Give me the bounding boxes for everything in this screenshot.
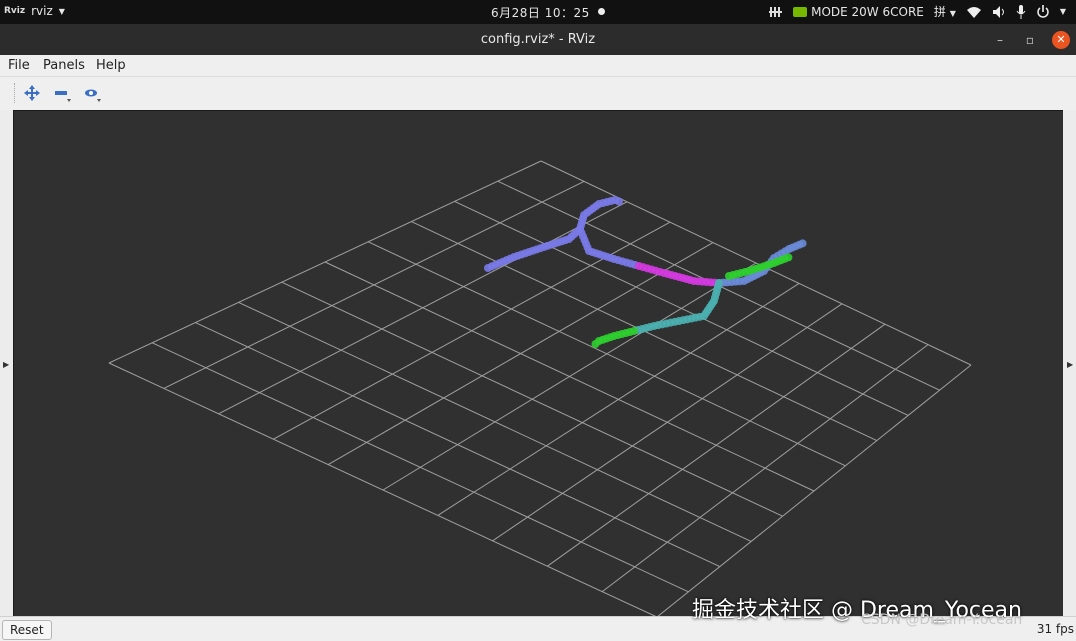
mic-icon[interactable]	[1016, 4, 1026, 19]
grid-line	[437, 282, 800, 516]
nvidia-mode-label: MODE 20W 6CORE	[811, 4, 924, 19]
input-method-icon[interactable]: 拼 ▼	[934, 3, 956, 20]
window-title-bar[interactable]: config.rviz* - RViz – ▫ ✕	[0, 24, 1076, 55]
grid-icon[interactable]	[769, 5, 783, 19]
chevron-down-icon: ▼	[58, 6, 65, 16]
menu-panels[interactable]: Panels	[43, 58, 85, 73]
left-dock-collapsed[interactable]: ▶	[0, 110, 13, 616]
move-camera-icon[interactable]	[22, 83, 42, 103]
minimize-button[interactable]: –	[991, 31, 1009, 49]
menu-file[interactable]: File	[8, 58, 30, 73]
watermark-secondary: CSDN @Dream-Y.ocean	[861, 612, 1023, 628]
right-dock-collapsed[interactable]: ▶	[1063, 110, 1076, 616]
3d-scene[interactable]	[14, 111, 1064, 618]
select-icon[interactable]	[52, 83, 72, 103]
grid-line	[151, 342, 689, 593]
render-viewport[interactable]	[13, 110, 1065, 618]
maximize-button[interactable]: ▫	[1021, 31, 1039, 49]
app-menu-label: rviz	[31, 4, 53, 18]
reset-button[interactable]: Reset	[2, 620, 52, 640]
window-title: config.rviz* - RViz	[480, 32, 596, 47]
trajectory-point	[798, 239, 807, 248]
chevron-down-icon[interactable]: ▼	[1060, 7, 1066, 16]
clock[interactable]: 6月28日 10：25	[491, 4, 590, 21]
power-icon[interactable]	[1036, 4, 1050, 19]
grid-line	[108, 362, 658, 618]
focus-camera-icon[interactable]	[82, 83, 102, 103]
wifi-icon[interactable]	[966, 5, 982, 19]
nvidia-icon	[793, 6, 808, 17]
grid-line	[547, 323, 886, 567]
grid-line	[195, 322, 721, 568]
toolbar-handle[interactable]	[14, 83, 18, 103]
volume-icon[interactable]	[992, 5, 1006, 19]
grid-line	[656, 364, 972, 618]
rviz-app-icon: Rviz	[4, 6, 26, 16]
trajectory-point	[784, 253, 793, 262]
trajectory-point	[615, 197, 623, 206]
system-top-bar: Rviz rviz ▼ 6月28日 10：25 MODE 20W 6CORE 拼…	[0, 0, 1076, 24]
fps-readout: 31 fps	[1036, 622, 1074, 636]
nvidia-mode[interactable]: MODE 20W 6CORE	[793, 5, 924, 19]
grid-line	[238, 301, 752, 542]
menu-help[interactable]: Help	[96, 58, 126, 73]
ground-grid	[108, 160, 972, 618]
grid-line	[601, 344, 929, 592]
system-tray[interactable]: MODE 20W 6CORE 拼 ▼ ▼	[769, 3, 1066, 20]
odometry-trajectory	[484, 196, 807, 348]
trajectory-point	[591, 340, 600, 348]
tool-bar	[0, 76, 1076, 110]
expand-right-icon[interactable]: ▶	[1067, 360, 1073, 369]
close-button[interactable]: ✕	[1052, 31, 1070, 49]
notification-dot-icon	[598, 8, 605, 15]
expand-left-icon[interactable]: ▶	[3, 360, 9, 369]
app-menu[interactable]: Rviz rviz ▼	[4, 4, 65, 18]
menu-bar: File Panels Help	[0, 55, 1076, 76]
